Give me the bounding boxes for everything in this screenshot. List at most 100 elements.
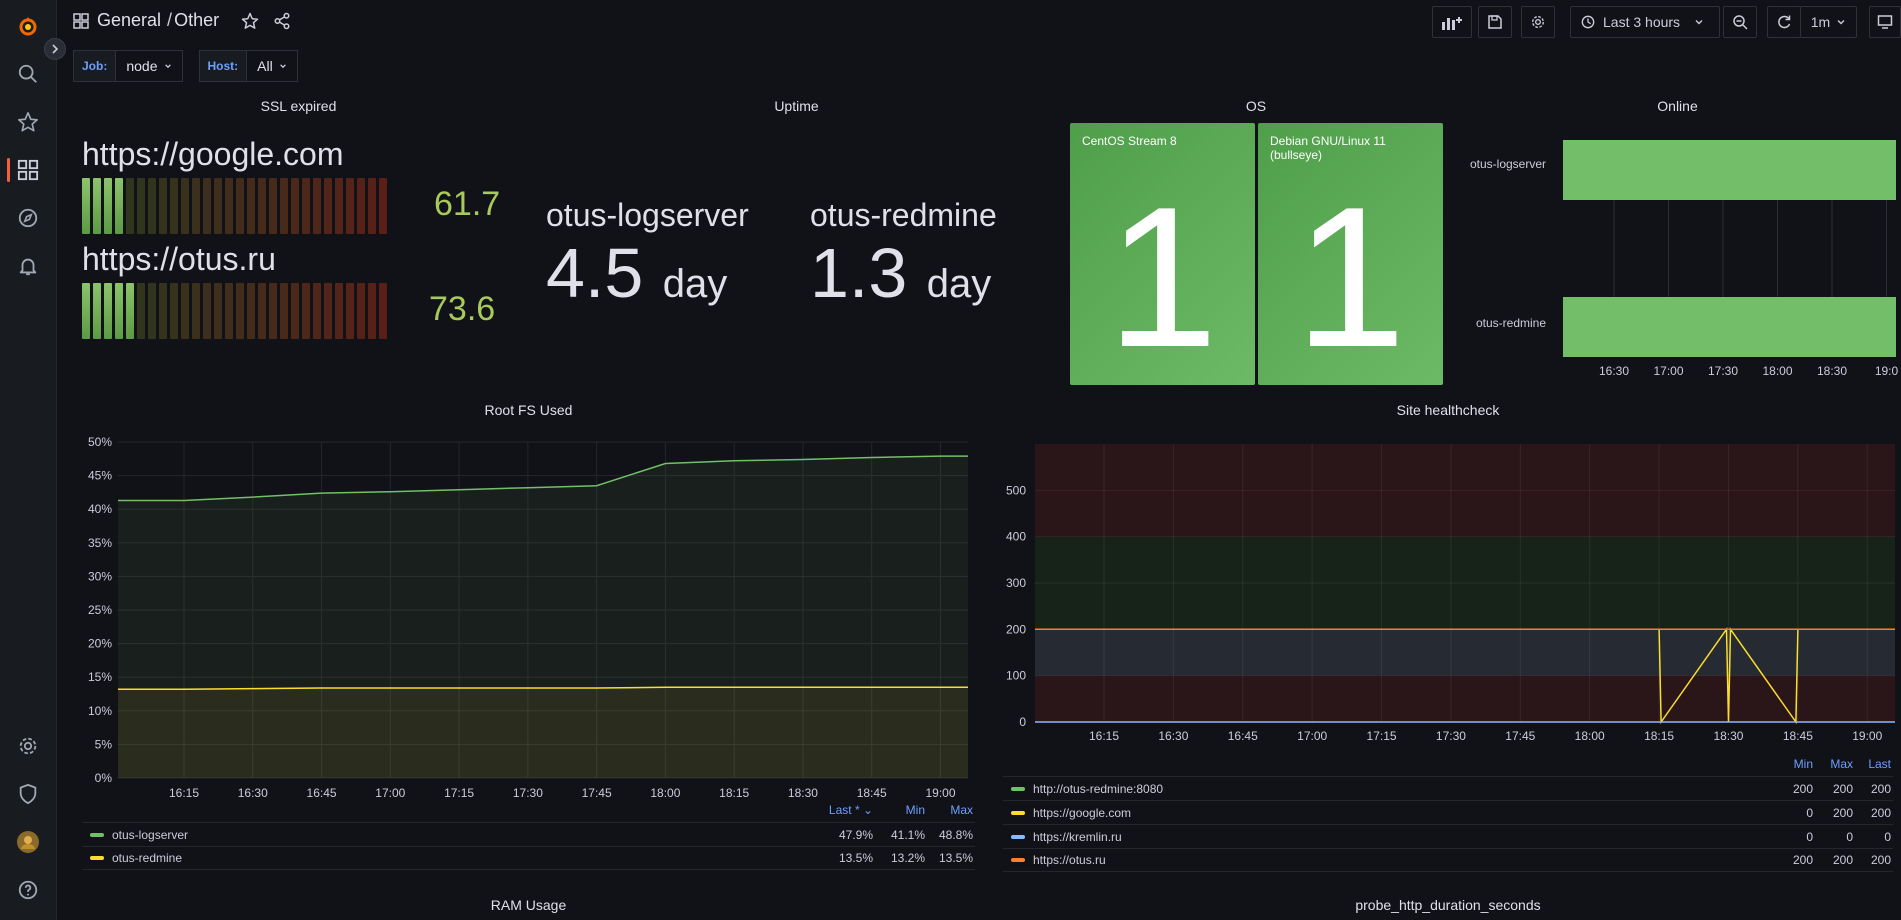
gauge-cell (368, 283, 376, 339)
legend-max: 200 (1832, 781, 1853, 796)
share-dashboard-button[interactable] (273, 12, 291, 30)
starred-icon[interactable] (16, 110, 40, 134)
dashboard-settings-button[interactable] (1521, 6, 1555, 38)
health-legend-row[interactable]: https://google.com 0 200 200 (1003, 800, 1893, 824)
variable-job-select[interactable]: node (116, 50, 183, 82)
gauge-cell (126, 178, 134, 234)
gauge-cell (104, 283, 112, 339)
legend-max: 13.5% (938, 851, 973, 865)
rootfs-graph: 0% 5% 10% 15% 20% 25% 30% 35% 40% 45% 50% 16:15 16:3… (88, 435, 968, 800)
rootfs-legend-row[interactable]: otus-redmine 13.5% 13.2% 13.5% (82, 846, 975, 870)
user-avatar[interactable] (16, 830, 40, 854)
rootfs-legend-header-max[interactable]: Max (925, 803, 975, 817)
tv-mode-button[interactable] (1869, 6, 1901, 38)
breadcrumb-folder[interactable]: General (97, 10, 161, 31)
refresh-interval-picker[interactable]: 1m (1800, 6, 1857, 38)
panel-title-online[interactable]: Online (1450, 98, 1901, 114)
gauge-cell (115, 283, 123, 339)
panel-title-health[interactable]: Site healthcheck (995, 402, 1901, 418)
variable-host-select[interactable]: All (247, 50, 298, 82)
y-tick-label: 500 (1006, 483, 1026, 497)
x-tick-label: 16:15 (169, 786, 199, 800)
gauge-cell (269, 283, 277, 339)
gauge-cell (379, 178, 387, 234)
gauge-cell (181, 178, 189, 234)
timeline-x-tick: 18:00 (1762, 364, 1792, 378)
refresh-button[interactable] (1767, 6, 1801, 38)
timeline-x-tick: 18:30 (1817, 364, 1847, 378)
gear-icon (1532, 16, 1544, 28)
gauge-cell (258, 178, 266, 234)
configuration-gear-icon[interactable] (16, 734, 40, 758)
gauge-cell (313, 283, 321, 339)
panel-title-rootfs[interactable]: Root FS Used (66, 402, 991, 418)
share-icon (274, 12, 290, 29)
chevron-down-icon (1837, 20, 1845, 25)
legend-min: 0 (1806, 805, 1813, 820)
timeline-x-tick: 17:30 (1708, 364, 1738, 378)
y-tick-label: 30% (88, 569, 112, 583)
gauge-cell (291, 283, 299, 339)
alerting-bell-icon[interactable] (16, 254, 40, 278)
time-range-picker[interactable]: Last 3 hours (1570, 6, 1720, 38)
y-tick-label: 25% (88, 603, 112, 617)
health-legend-header-min[interactable]: Min (1771, 757, 1813, 771)
y-tick-label: 400 (1006, 530, 1026, 544)
star-dashboard-button[interactable] (241, 12, 259, 30)
clock-icon (1581, 15, 1595, 29)
health-legend-row[interactable]: http://otus-redmine:8080 200 200 200 (1003, 776, 1893, 800)
gauge-cell (225, 283, 233, 339)
x-tick-label: 17:15 (444, 786, 474, 800)
gauge-cell (126, 283, 134, 339)
legend-min: 0 (1806, 829, 1813, 844)
variable-host-value: All (257, 58, 273, 74)
panel-title-ram[interactable]: RAM Usage (66, 897, 991, 913)
gauge-cell (368, 178, 376, 234)
grafana-logo-icon[interactable] (16, 14, 40, 38)
add-panel-button[interactable] (1432, 6, 1472, 38)
legend-last: 13.5% (838, 851, 873, 865)
gauge-cell (170, 178, 178, 234)
panel-title-ssl[interactable]: SSL expired (66, 98, 531, 114)
health-legend-row[interactable]: https://otus.ru 200 200 200 (1003, 848, 1893, 872)
rootfs-legend-header-min[interactable]: Min (873, 803, 925, 817)
active-indicator (7, 158, 10, 182)
chevron-down-icon (279, 64, 286, 69)
dashboards-icon[interactable] (16, 158, 40, 182)
health-legend-row[interactable]: https://kremlin.ru 0 0 0 (1003, 824, 1893, 848)
gauge-cell (324, 283, 332, 339)
sidebar-expand-button[interactable] (44, 38, 66, 60)
legend-last: 47.9% (838, 827, 873, 842)
chevron-down-icon (1695, 20, 1703, 25)
legend-last: 200 (1870, 853, 1891, 867)
search-icon[interactable] (16, 62, 40, 86)
timeline-x-tick: 17:00 (1653, 364, 1683, 378)
health-legend-header-max[interactable]: Max (1813, 757, 1853, 771)
uptime-value-redmine: 1.3 day (810, 234, 992, 312)
y-tick-label: 300 (1006, 576, 1026, 590)
os-count-centos: 1 (1106, 166, 1219, 389)
sidebar (0, 0, 57, 920)
save-dashboard-button[interactable] (1478, 6, 1512, 38)
rootfs-legend-header-last[interactable]: Last * ⌄ (813, 803, 873, 817)
breadcrumb-dashboard-title[interactable]: Other (174, 10, 219, 31)
gauge-cell (170, 283, 178, 339)
explore-icon[interactable] (16, 206, 40, 230)
panel-title-probe[interactable]: probe_http_duration_seconds (995, 897, 1901, 913)
health-legend-header-last[interactable]: Last (1853, 757, 1893, 771)
panel-title-os[interactable]: OS (1062, 98, 1450, 114)
chevron-right-icon (52, 44, 59, 54)
rootfs-legend-row[interactable]: otus-logserver 47.9% 41.1% 48.8% (82, 822, 975, 846)
help-icon[interactable] (16, 878, 40, 902)
legend-min: 200 (1792, 781, 1813, 796)
server-admin-shield-icon[interactable] (16, 782, 40, 806)
legend-max: 48.8% (938, 827, 973, 842)
legend-min: 200 (1792, 853, 1813, 867)
x-tick-label: 17:15 (1367, 729, 1397, 743)
ssl-url-otus: https://otus.ru (82, 241, 276, 277)
gauge-cell (203, 283, 211, 339)
zoom-out-button[interactable] (1723, 6, 1757, 38)
x-tick-label: 17:00 (375, 786, 405, 800)
x-tick-label: 19:00 (1852, 729, 1882, 743)
panel-title-uptime[interactable]: Uptime (531, 98, 1062, 114)
